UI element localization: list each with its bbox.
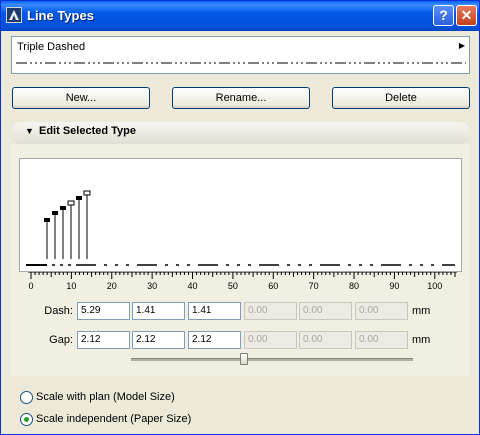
dash-handle[interactable]: [52, 211, 58, 215]
gap-unit: mm: [412, 334, 431, 346]
scale-with-plan-label[interactable]: Scale with plan (Model Size): [36, 391, 175, 403]
ruler-tick-label: 60: [268, 281, 278, 291]
dash-label: Dash:: [44, 305, 73, 317]
radio-selected-dot: [24, 417, 29, 422]
dash-field-6: 0.00: [355, 302, 408, 320]
edit-section-header[interactable]: ▼ Edit Selected Type: [11, 122, 470, 144]
chevron-right-icon[interactable]: ▶: [459, 41, 465, 50]
section-title: Edit Selected Type: [39, 125, 136, 137]
ruler-tick-label: 30: [147, 281, 157, 291]
window-title: Line Types: [27, 8, 94, 23]
scale-slider-thumb[interactable]: [239, 353, 248, 365]
scale-slider-track[interactable]: [131, 358, 413, 361]
app-icon: [6, 7, 22, 23]
ruler-tick-label: 70: [309, 281, 319, 291]
title-bar[interactable]: Line Types ? ✕: [1, 1, 479, 31]
pattern-canvas: [26, 190, 455, 266]
dash-field-4: 0.00: [244, 302, 297, 320]
dash-field-5: 0.00: [299, 302, 352, 320]
delete-button[interactable]: Delete: [332, 87, 470, 109]
gap-label: Gap:: [49, 334, 73, 346]
rename-button[interactable]: Rename...: [172, 87, 310, 109]
help-button[interactable]: ?: [433, 5, 454, 26]
dash-handle[interactable]: [60, 206, 66, 210]
dash-handle[interactable]: [83, 190, 91, 196]
line-type-preview: [16, 62, 466, 64]
close-button[interactable]: ✕: [456, 5, 477, 26]
ruler-tick-label: 20: [107, 281, 117, 291]
gap-field-2[interactable]: 2.12: [132, 331, 185, 349]
ruler-tick-label: 80: [349, 281, 359, 291]
dash-unit: mm: [412, 305, 431, 317]
ruler-tick-label: 100: [427, 281, 442, 291]
line-type-name: Triple Dashed: [17, 41, 86, 53]
ruler-tick-label: 0: [28, 281, 33, 291]
dash-handle[interactable]: [76, 196, 82, 200]
dash-handle[interactable]: [67, 200, 75, 206]
dash-field-2[interactable]: 1.41: [132, 302, 185, 320]
gap-field-6: 0.00: [355, 331, 408, 349]
ruler: 0 10 20 30 40 50 60 70 80 90 100: [28, 272, 457, 291]
dash-handle[interactable]: [44, 218, 50, 222]
gap-field-4: 0.00: [244, 331, 297, 349]
scale-with-plan-radio[interactable]: [20, 391, 33, 404]
gap-field-1[interactable]: 2.12: [77, 331, 130, 349]
pattern-editor[interactable]: [19, 158, 462, 272]
ruler-tick-label: 90: [389, 281, 399, 291]
gap-field-3[interactable]: 2.12: [188, 331, 241, 349]
gap-field-5: 0.00: [299, 331, 352, 349]
dash-field-1[interactable]: 5.29: [77, 302, 130, 320]
triangle-down-icon: ▼: [25, 126, 34, 136]
ruler-tick-label: 50: [228, 281, 238, 291]
scale-independent-radio[interactable]: [20, 413, 33, 426]
new-button[interactable]: New...: [12, 87, 150, 109]
ruler-tick-label: 10: [66, 281, 76, 291]
line-type-selector[interactable]: Triple Dashed ▶: [11, 36, 470, 74]
scale-independent-label[interactable]: Scale independent (Paper Size): [36, 413, 191, 425]
dash-field-3[interactable]: 1.41: [188, 302, 241, 320]
line-types-dialog: Line Types ? ✕ Triple Dashed ▶ New... Re…: [0, 0, 480, 435]
ruler-tick-label: 40: [188, 281, 198, 291]
